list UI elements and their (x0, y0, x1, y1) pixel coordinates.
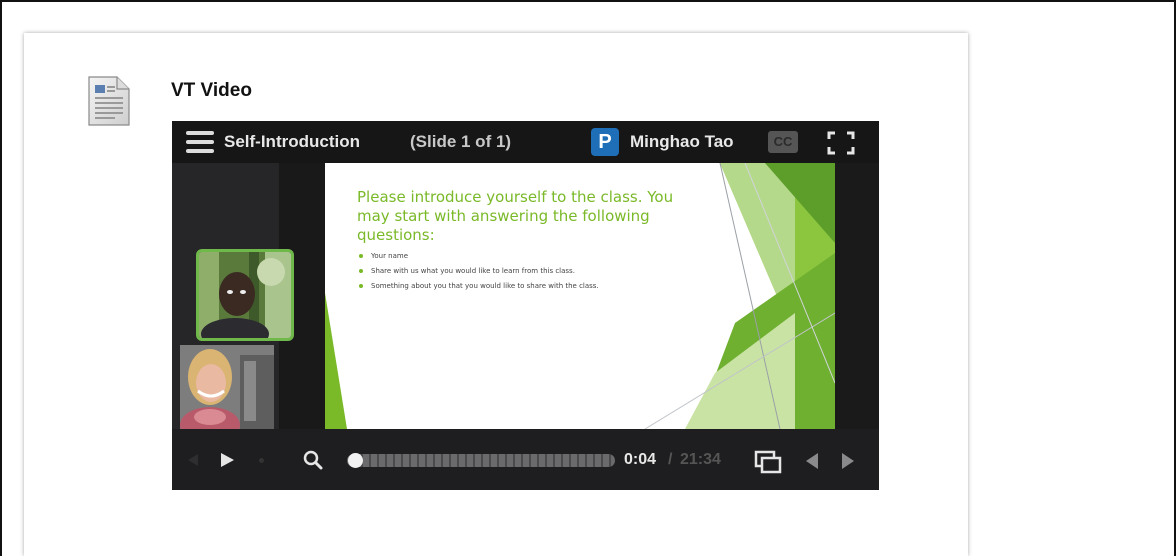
slide-side-strip (835, 163, 879, 429)
presenter-webcam-1[interactable] (196, 249, 294, 341)
slide-bullet: Something about you that you would like … (357, 279, 687, 294)
presenter-webcam-2[interactable] (180, 345, 274, 430)
picture-in-picture-icon[interactable] (754, 450, 784, 474)
total-time: 21:34 (680, 451, 721, 468)
slide-bullet: Your name (357, 249, 687, 264)
video-player[interactable]: Self-Introduction (Slide 1 of 1) P Mingh… (172, 121, 879, 490)
presentation-slide: Please introduce yourself to the class. … (325, 163, 835, 429)
presenter-name: Minghao Tao (630, 132, 734, 151)
progress-bar[interactable] (347, 454, 615, 467)
slide-counter: (Slide 1 of 1) (410, 132, 512, 151)
hamburger-menu-icon[interactable] (186, 131, 214, 155)
closed-captions-button[interactable]: CC (768, 131, 798, 153)
time-separator: / (668, 451, 673, 468)
presenter-logo-icon: P (591, 128, 619, 156)
presentation-title: Self-Introduction (224, 132, 360, 151)
slide-heading: Please introduce yourself to the class. … (357, 188, 674, 244)
zoom-icon[interactable] (303, 450, 323, 470)
player-topbar: Self-Introduction (Slide 1 of 1) P Mingh… (172, 121, 879, 163)
rewind-icon[interactable] (188, 453, 198, 466)
progress-scrubber[interactable] (347, 453, 363, 468)
fullscreen-icon[interactable] (826, 130, 856, 156)
item-title[interactable]: VT Video (171, 80, 252, 102)
play-icon[interactable] (219, 452, 235, 468)
slide-bullet-list: Your name Share with us what you would l… (357, 249, 687, 294)
current-time: 0:04 (624, 451, 657, 468)
slide-bullet: Share with us what you would like to lea… (357, 264, 687, 279)
next-slide-icon[interactable] (840, 451, 856, 471)
document-icon[interactable] (87, 75, 131, 127)
player-controlbar: 0:04 / 21:34 (172, 429, 879, 490)
previous-slide-icon[interactable] (804, 451, 820, 471)
separator-dot (259, 458, 264, 463)
